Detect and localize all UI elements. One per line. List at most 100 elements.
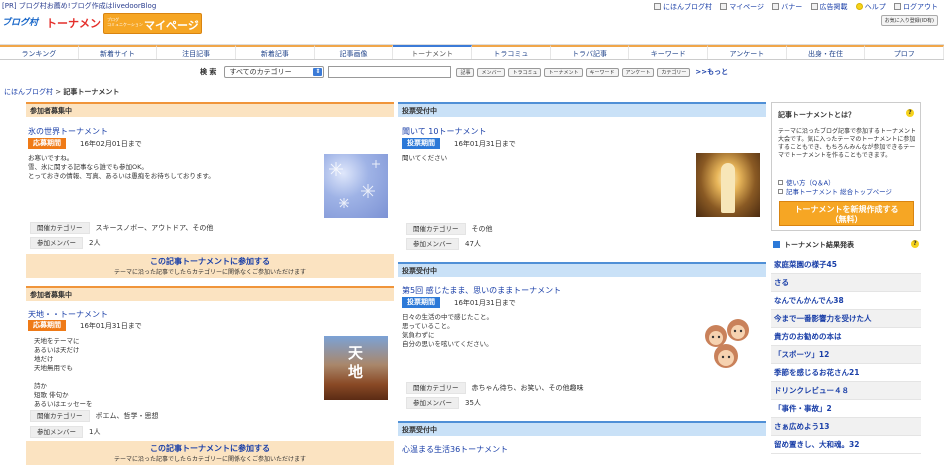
result-item[interactable]: ドリンクレビュー４８ (771, 382, 921, 400)
search-input[interactable] (328, 66, 452, 78)
top-links: にほんブログ村 マイページ バナー 広告掲載 ヘルプ ログアウト (653, 2, 944, 12)
result-item[interactable]: 季節を感じるお花さん21 (771, 364, 921, 382)
top-link-help[interactable]: ヘルプ (855, 2, 886, 12)
nav-hometown[interactable]: 出身・在住 (786, 45, 866, 59)
members-row: 参加メンバー 47人 (406, 238, 481, 250)
result-item[interactable]: 留め置きし、大和魂。32 (771, 436, 921, 454)
nav-ranking[interactable]: ランキング (0, 45, 79, 59)
period-date: 16年02月01日まで (80, 140, 142, 148)
top-link-mypage[interactable]: マイページ (720, 2, 764, 12)
chevron-down-icon: ⇕ (313, 68, 323, 76)
result-item[interactable]: さる (771, 274, 921, 292)
search-chip-members[interactable]: メンバー (477, 67, 506, 77)
card-status-header: 参加者募集中 (26, 286, 394, 301)
tournament-card: 参加者募集中 天地・・トーナメント 応募期間 16年01月31日まで 天地をテー… (26, 286, 394, 465)
members-row: 参加メンバー 35人 (406, 397, 481, 409)
pr-link[interactable]: [PR] ブログ村お薦め!ブログ作成はlivedoorBlog (2, 1, 156, 11)
nav-survey[interactable]: アンケート (708, 45, 787, 59)
search-bar: 検 索 すべてのカテゴリー ⇕ 記事 メンバー トラコミュ トーナメント キーワー… (200, 66, 728, 78)
result-item[interactable]: 家庭菜園の様子45 (771, 256, 921, 274)
tournament-thumbnail[interactable]: 天 地 (324, 336, 388, 400)
tournament-title-link[interactable]: 氷の世界トーナメント (28, 126, 108, 137)
help-icon[interactable]: ? (906, 109, 914, 117)
about-box: 記事トーナメントとは？ ? テーマに沿ったブログ記事で参加するトーナメント大会で… (771, 102, 921, 231)
join-link[interactable]: この記事トーナメントに参加する (26, 256, 394, 267)
result-item[interactable]: 「事件・事故」2 (771, 400, 921, 418)
top-link-ads[interactable]: 広告掲載 (810, 2, 848, 12)
category-row: 開催カテゴリー スキースノボー、アウトドア、その他 (30, 222, 213, 234)
search-chip-category[interactable]: カテゴリー (657, 67, 691, 77)
tournament-thumbnail[interactable] (696, 312, 760, 376)
members-value: 2人 (89, 239, 101, 247)
top-link-banner[interactable]: バナー (772, 2, 802, 12)
card-status-header: 投票受付中 (398, 421, 766, 436)
card-status-header: 参加者募集中 (26, 102, 394, 117)
window-icon (772, 3, 780, 10)
result-item[interactable]: 今まで一番影響力を受けた人 (771, 310, 921, 328)
mypage-logo[interactable]: ブログ コミュニケーション マイページ (103, 13, 202, 34)
period-date: 16年01月31日まで (454, 140, 516, 148)
tournament-description: 天地をテーマに あるいは天だけ 地だけ 天地無用でも 詩か 短歌 俳句か あるい… (34, 337, 93, 408)
help-icon[interactable]: ? (911, 240, 919, 248)
period-badge: 投票期間 (402, 138, 440, 149)
tournament-thumbnail[interactable] (324, 154, 388, 218)
result-item[interactable]: 貴方のお勧めの本は (771, 328, 921, 346)
nav-keyword[interactable]: キーワード (629, 45, 709, 59)
nav-tournament[interactable]: トーナメント (393, 45, 473, 59)
favorite-button[interactable]: お気に入り登録(ID有) (880, 15, 938, 26)
join-link[interactable]: この記事トーナメントに参加する (26, 443, 394, 454)
members-label: 参加メンバー (406, 397, 459, 409)
period-date: 16年01月31日まで (454, 299, 516, 307)
category-label: 開催カテゴリー (30, 410, 90, 422)
tournament-description: 聞いてください (402, 154, 448, 162)
card-status-header: 投票受付中 (398, 102, 766, 117)
join-button[interactable]: この記事トーナメントに参加する テーマに沿った記事でしたらカテゴリーに関係なくご… (26, 441, 394, 465)
snowflake-icon (329, 160, 380, 208)
monkey-icon (705, 319, 749, 368)
breadcrumb-home[interactable]: にほんブログ村 (4, 88, 53, 96)
nav-tracomu[interactable]: トラコミュ (472, 45, 551, 59)
square-icon (773, 241, 780, 248)
join-button[interactable]: この記事トーナメントに参加する テーマに沿った記事でしたらカテゴリーに関係なくご… (26, 254, 394, 278)
blogmura-logo[interactable]: ブログ村 (2, 15, 38, 28)
results-header: トーナメント結果発表 ? (773, 240, 921, 250)
nav-profile[interactable]: プロフ (865, 45, 944, 59)
search-label: 検 索 (200, 68, 217, 76)
card-status-header: 投票受付中 (398, 262, 766, 277)
nav-new-articles[interactable]: 新着記事 (236, 45, 315, 59)
mypage-logo-sub: ブログ コミュニケーション (107, 17, 143, 27)
tournament-thumbnail[interactable] (696, 153, 760, 217)
top-link-logout[interactable]: ログアウト (894, 2, 938, 12)
search-chip-keyword[interactable]: キーワード (585, 67, 619, 77)
members-value: 1人 (89, 428, 101, 436)
period-badge: 投票期間 (402, 297, 440, 308)
tournament-title-link[interactable]: 第5回 感じたまま、思いのままトーナメント (402, 285, 561, 296)
search-chip-tracomu[interactable]: トラコミュ (508, 67, 542, 77)
tournament-title-link[interactable]: 天地・・トーナメント (28, 309, 108, 320)
members-label: 参加メンバー (30, 237, 83, 249)
create-tournament-button[interactable]: トーナメントを新規作成する （無料） (779, 201, 914, 226)
result-item[interactable]: なんでんかんでん38 (771, 292, 921, 310)
members-row: 参加メンバー 1人 (30, 426, 101, 438)
join-subtext: テーマに沿った記事でしたらカテゴリーに関係なくご参加いただけます (113, 269, 306, 276)
nav-traba[interactable]: トラバ記事 (550, 45, 630, 59)
results-list: 家庭菜園の様子45 さる なんでんかんでん38 今まで一番影響力を受けた人 貴方… (771, 256, 921, 454)
nav-article-images[interactable]: 記事画像 (314, 45, 394, 59)
window-icon (810, 3, 818, 10)
category-select[interactable]: すべてのカテゴリー ⇕ (224, 66, 325, 78)
top-link-blogmura[interactable]: にほんブログ村 (653, 2, 712, 12)
help-icon (855, 3, 863, 10)
tournament-title-link[interactable]: 心温まる生活36トーナメント (402, 444, 508, 455)
nav-featured[interactable]: 注目記事 (157, 45, 237, 59)
tournament-title-link[interactable]: 聞いて 10トーナメント (402, 126, 486, 137)
top-header: [PR] ブログ村お薦め!ブログ作成はlivedoorBlog ブログ村 トーナ… (0, 0, 944, 40)
result-item[interactable]: さぁ広めよう13 (771, 418, 921, 436)
result-item[interactable]: 「スポーツ」12 (771, 346, 921, 364)
nav-new-sites[interactable]: 新着サイト (78, 45, 158, 59)
tournament-description: お寒いですね。 雪、氷に関する記事なら誰でも参加OK。 とっておきの情報、写真、… (28, 154, 215, 180)
search-chip-tournament[interactable]: トーナメント (544, 67, 583, 77)
search-chip-articles[interactable]: 記事 (456, 67, 475, 77)
tournament-top-link[interactable]: 記事トーナメント 総合トップページ (778, 186, 892, 196)
search-more-link[interactable]: >>もっと (695, 67, 728, 77)
search-chip-survey[interactable]: アンケート (621, 67, 655, 77)
